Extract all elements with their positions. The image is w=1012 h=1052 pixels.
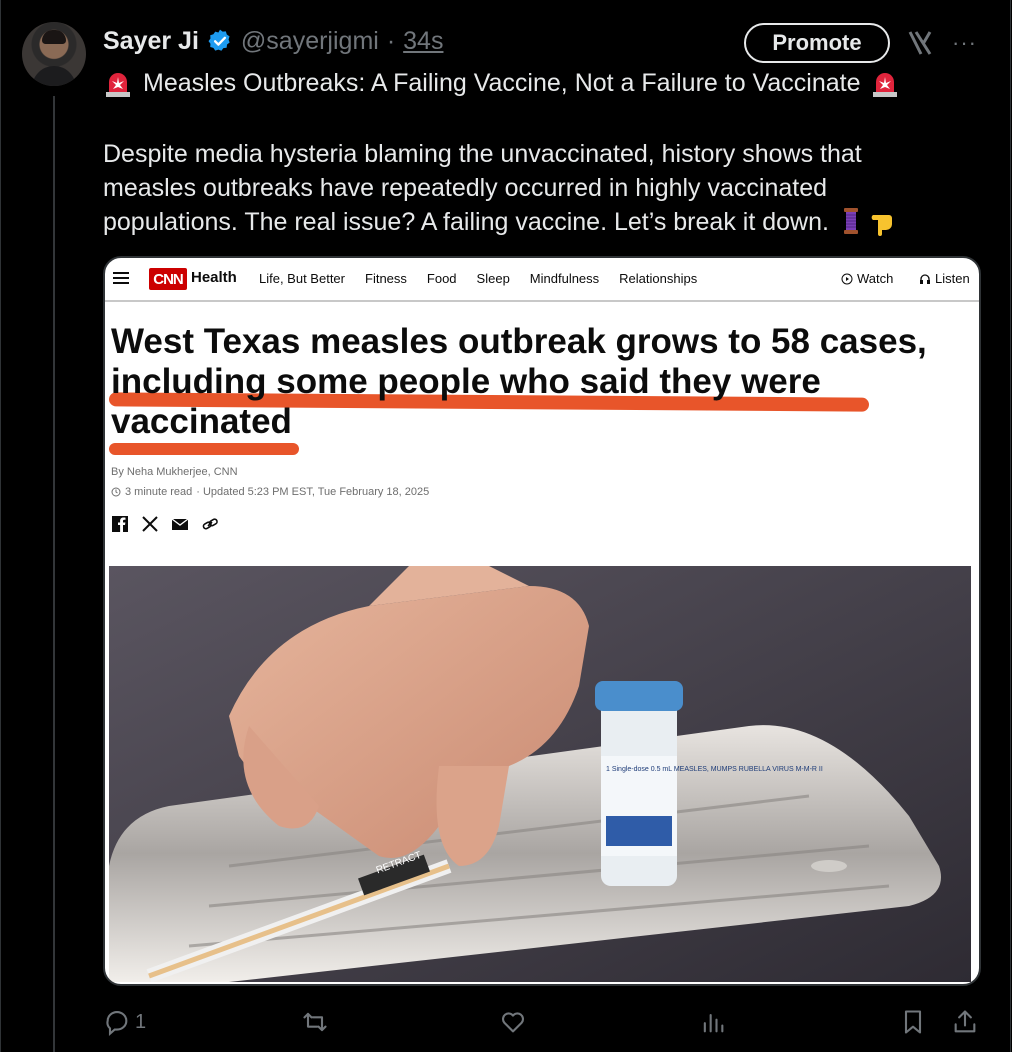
post-timestamp[interactable]: 34s [403,27,443,56]
headline-line: vaccinated [111,402,292,441]
thread-icon [843,208,858,234]
article-headline: West Texas measles outbreak grows to 58 … [111,322,971,442]
separator-dot: · [386,26,396,55]
bookmark-icon [904,1010,922,1034]
point-down-icon [871,215,892,236]
promote-button[interactable]: Promote [744,23,890,63]
repost-icon [303,1012,327,1032]
nav-link: Fitness [365,271,407,286]
article-byline: By Neha Mukherjee, CNN [111,466,238,478]
verified-icon[interactable] [207,28,233,54]
nav-link: Mindfulness [529,271,600,286]
right-border [1010,0,1011,1052]
article-photo: RETRACT 1 Single-dose 0.5 mL MEASLES, MU… [109,566,971,982]
post-header: Sayer Ji @sayerjigmi · 34s [103,24,443,58]
cnn-logo: CNN [149,268,187,290]
reply-count: 1 [135,1010,147,1033]
nav-link: Food [426,271,457,286]
post-body: Despite media hysteria blaming the unvac… [103,137,983,239]
reply-button[interactable]: 1 [103,1008,146,1036]
headphones-icon [920,273,930,284]
x-logo-icon [142,516,158,532]
updated-time: · Updated 5:23 PM EST, Tue February 18, … [196,486,430,498]
views-icon [703,1013,724,1033]
repost-button[interactable] [301,1008,329,1036]
views-button[interactable] [699,1008,727,1036]
facebook-icon [112,516,128,532]
like-icon [501,1012,525,1033]
avatar[interactable] [22,22,86,86]
left-border [0,0,1,1052]
listen-label: Listen [935,271,970,286]
share-button[interactable] [951,1008,979,1036]
thread-connector [53,96,55,1052]
share-icon [954,1010,976,1033]
reply-icon [106,1011,128,1036]
grok-icon[interactable] [906,28,936,58]
headline-line: West Texas measles outbreak grows to 58 … [111,322,927,361]
post-body-line: Despite media hysteria blaming the unvac… [103,140,862,168]
watch-link: Watch [841,271,893,286]
nav-link: Sleep [476,271,510,286]
article-share-bar [111,515,219,533]
article-screenshot[interactable]: CNN Health Life, But Better Fitness Food… [103,256,981,986]
highlight-underline [109,443,299,455]
nav-link: Relationships [619,271,698,286]
post-body-text: populations. The real issue? A failing v… [103,208,829,236]
like-button[interactable] [499,1008,527,1036]
cnn-section-label: Health [191,269,237,286]
cnn-nav-links: Life, But Better Fitness Food Sleep Mind… [259,271,697,286]
post-title-line: Measles Outbreaks: A Failing Vaccine, No… [103,68,900,98]
link-icon [202,518,218,530]
post-body-line: populations. The real issue? A failing v… [103,205,983,239]
bookmark-button[interactable] [899,1008,927,1036]
headline-line: including some people who said they were [111,362,821,401]
post-body-line: measles outbreaks have repeatedly occurr… [103,174,828,202]
more-options-icon[interactable]: ··· [952,30,977,56]
siren-icon [873,73,898,97]
cnn-nav-bar: CNN Health Life, But Better Fitness Food… [105,258,979,302]
listen-link: Listen [919,271,970,286]
email-icon [171,518,189,530]
post-title: Measles Outbreaks: A Failing Vaccine, No… [143,68,861,97]
post-action-bar: 1 [103,1008,983,1042]
nav-link: Life, But Better [259,271,345,286]
watch-label: Watch [857,271,894,286]
author-handle[interactable]: @sayerjigmi [241,27,379,56]
vial-label: 1 Single-dose 0.5 mL MEASLES, MUMPS RUBE… [606,766,823,773]
menu-icon [113,272,129,284]
article-meta: 3 minute read · Updated 5:23 PM EST, Tue… [111,486,429,498]
author-name[interactable]: Sayer Ji [103,27,199,56]
play-icon [841,273,853,284]
siren-icon [106,73,130,97]
read-time: 3 minute read [125,486,193,498]
clock-icon [111,487,121,497]
